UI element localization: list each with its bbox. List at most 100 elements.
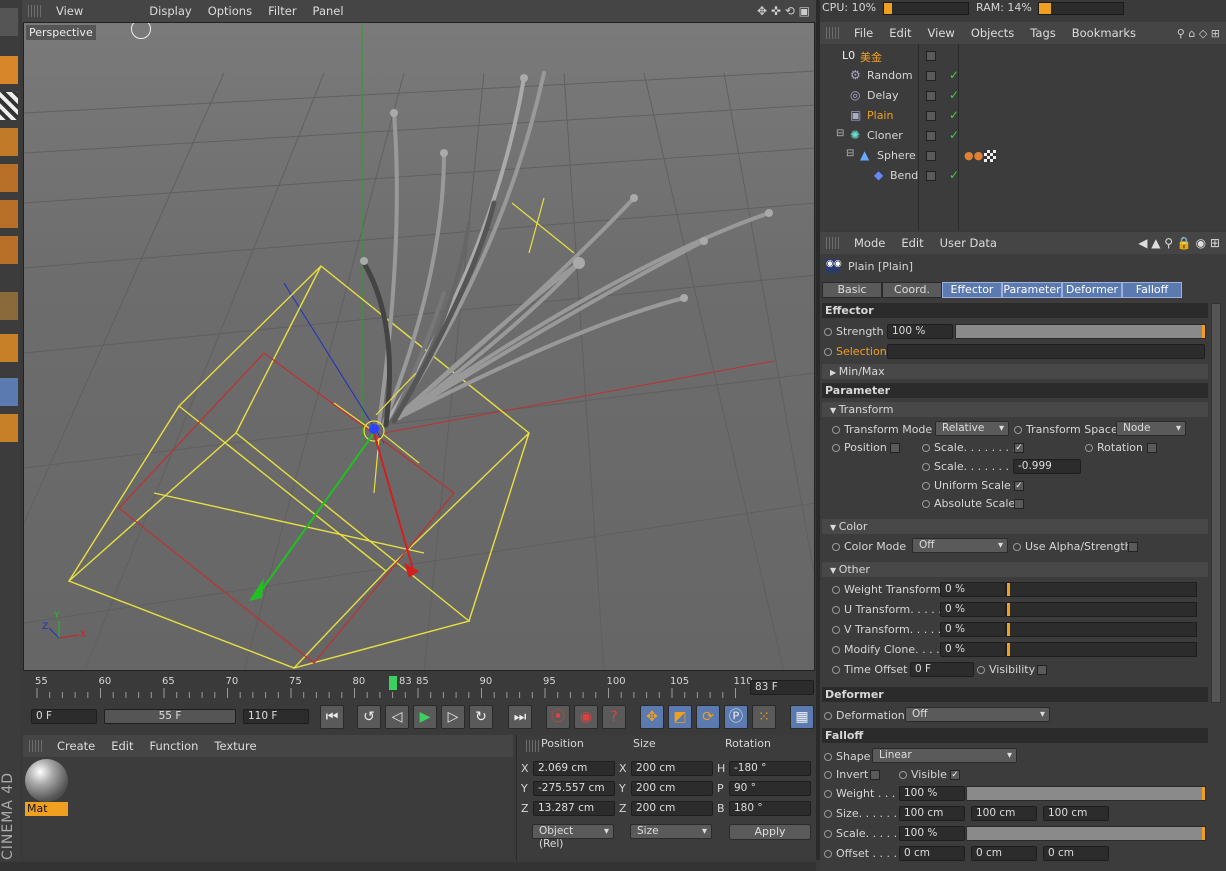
key-pla-button[interactable]: ⁙ — [752, 705, 776, 729]
lock-icon[interactable] — [0, 378, 18, 406]
weight-radio[interactable] — [824, 790, 832, 798]
scale-slider[interactable] — [966, 826, 1206, 841]
prev-key-button[interactable]: ↺ — [357, 705, 381, 729]
absolute-scale-radio[interactable] — [922, 500, 930, 508]
om-menu-objects[interactable]: Objects — [963, 26, 1022, 40]
invert-checkbox[interactable] — [870, 770, 880, 780]
mm-menu-create[interactable]: Create — [49, 739, 103, 753]
pos-x-field[interactable]: 2.069 cm — [533, 761, 615, 776]
end-frame-field[interactable]: 110 F — [243, 709, 309, 724]
enabled-check-icon[interactable]: ✓ — [949, 128, 959, 142]
visible-checkbox[interactable]: ✓ — [950, 770, 960, 780]
weight-transform-radio[interactable] — [832, 586, 840, 594]
tree-collapse-icon[interactable]: ⊟ — [836, 128, 844, 139]
shape-radio[interactable] — [824, 753, 832, 761]
section-falloff[interactable]: Falloff — [822, 728, 1208, 743]
am-menu-edit[interactable]: Edit — [893, 236, 931, 250]
size-y-field[interactable]: 100 cm — [971, 806, 1037, 821]
v-transform-radio[interactable] — [832, 626, 840, 634]
workplane-icon[interactable] — [0, 128, 18, 156]
visibility-checkbox[interactable] — [1037, 665, 1047, 675]
snap-icon[interactable] — [0, 414, 18, 442]
playhead-marker[interactable] — [389, 676, 397, 690]
position-checkbox[interactable] — [890, 443, 900, 453]
weight-field[interactable]: 100 % — [899, 786, 965, 801]
position-radio[interactable] — [832, 444, 840, 452]
am-menu-mode[interactable]: Mode — [846, 236, 893, 250]
visibility-toggle[interactable] — [926, 171, 936, 181]
object-row-bend[interactable]: ◆ Bend ✓ — [822, 167, 1222, 187]
u-transform-radio[interactable] — [832, 606, 840, 614]
om-menu-bookmarks[interactable]: Bookmarks — [1064, 26, 1144, 40]
selection-radio[interactable] — [824, 348, 832, 356]
scale-value-field[interactable]: -0.999 — [1013, 459, 1081, 474]
object-row-random[interactable]: ⚙ Random ✓ — [822, 67, 1222, 87]
om-menu-file[interactable]: File — [846, 26, 881, 40]
object-row-plain[interactable]: ▣ Plain ✓ — [822, 107, 1222, 127]
material-tag-icon[interactable] — [984, 150, 996, 162]
deformation-radio[interactable] — [824, 712, 832, 720]
time-offset-field[interactable]: 0 F — [910, 662, 974, 677]
pos-y-field[interactable]: -275.557 cm — [533, 781, 615, 796]
enabled-check-icon[interactable]: ✓ — [949, 168, 959, 182]
am-nav-icons[interactable]: ◀ ▲ ⚲ 🔒 ◉ ⊞ — [1138, 236, 1220, 250]
time-offset-radio[interactable] — [832, 666, 840, 674]
go-to-end-button[interactable]: ⏭ — [508, 705, 532, 729]
key-rotation-button[interactable]: ⟳ — [696, 705, 720, 729]
uniform-scale-radio[interactable] — [922, 482, 930, 490]
section-effector[interactable]: Effector — [822, 303, 1208, 318]
rotation-radio[interactable] — [1085, 444, 1093, 452]
apply-button[interactable]: Apply — [729, 824, 811, 840]
visibility-toggle[interactable] — [926, 71, 936, 81]
prev-frame-button[interactable]: ◁ — [385, 705, 409, 729]
tab-coord[interactable]: Coord. — [882, 282, 942, 298]
polygons-mode-icon[interactable] — [0, 236, 18, 264]
deformation-dropdown[interactable]: Off — [905, 707, 1050, 722]
strength-slider[interactable] — [955, 324, 1206, 339]
viewport-3d[interactable]: Y X Z Perspective — [23, 22, 815, 671]
size-radio[interactable] — [824, 810, 832, 818]
rot-p-field[interactable]: 90 ° — [729, 781, 811, 796]
transform-group[interactable]: ▼ Transform — [822, 402, 1208, 417]
offset-y-field[interactable]: 0 cm — [971, 846, 1037, 861]
modify-clone-radio[interactable] — [832, 646, 840, 654]
texture-mode-icon[interactable] — [0, 92, 18, 120]
edges-mode-icon[interactable] — [0, 200, 18, 228]
object-row-cloner[interactable]: ⊟ ✺ Cloner ✓ — [822, 127, 1222, 147]
om-search-icon[interactable]: ⚲ ⌂ ◇ ⊞ — [1177, 27, 1220, 40]
tab-falloff[interactable]: Falloff — [1122, 282, 1182, 298]
offset-z-field[interactable]: 0 cm — [1043, 846, 1109, 861]
rot-h-field[interactable]: -180 ° — [729, 761, 811, 776]
transform-space-dropdown[interactable]: Node — [1116, 421, 1186, 436]
rotation-checkbox[interactable] — [1147, 443, 1157, 453]
visibility-toggle[interactable] — [926, 91, 936, 101]
om-menu-edit[interactable]: Edit — [881, 26, 919, 40]
enabled-check-icon[interactable]: ✓ — [949, 68, 959, 82]
weight-transform-field[interactable]: 0 % — [940, 582, 1006, 597]
current-frame-field[interactable]: 83 F — [750, 680, 814, 695]
pos-z-field[interactable]: 13.287 cm — [533, 801, 615, 816]
object-row-sphere[interactable]: ⊟ ▲ Sphere ●● — [822, 147, 1222, 167]
start-frame-field[interactable]: 0 F — [31, 709, 97, 724]
enabled-check-icon[interactable]: ✓ — [949, 108, 959, 122]
coord-size-dropdown[interactable]: Size — [630, 824, 712, 839]
material-swatch[interactable]: Mat — [25, 759, 68, 816]
am-menu-userdata[interactable]: User Data — [932, 236, 1005, 250]
use-alpha-radio[interactable] — [1013, 543, 1021, 551]
color-mode-radio[interactable] — [832, 543, 840, 551]
timeline-window-button[interactable]: ▦ — [790, 705, 814, 729]
go-to-start-button[interactable]: ⏮ — [320, 705, 344, 729]
object-row-root[interactable]: L0 美金 — [822, 47, 1222, 67]
menu-options[interactable]: Options — [200, 4, 260, 18]
visibility-radio[interactable] — [977, 666, 985, 674]
v-transform-field[interactable]: 0 % — [940, 622, 1006, 637]
phong-tag-icon[interactable]: ●● — [964, 149, 983, 162]
enabled-check-icon[interactable]: ✓ — [949, 88, 959, 102]
use-alpha-checkbox[interactable] — [1128, 542, 1138, 552]
strength-radio[interactable] — [824, 328, 832, 336]
u-transform-field[interactable]: 0 % — [940, 602, 1006, 617]
scale-radio[interactable] — [824, 830, 832, 838]
modify-clone-slider[interactable] — [1006, 642, 1197, 657]
mm-menu-edit[interactable]: Edit — [103, 739, 141, 753]
axis-icon[interactable] — [0, 292, 18, 320]
